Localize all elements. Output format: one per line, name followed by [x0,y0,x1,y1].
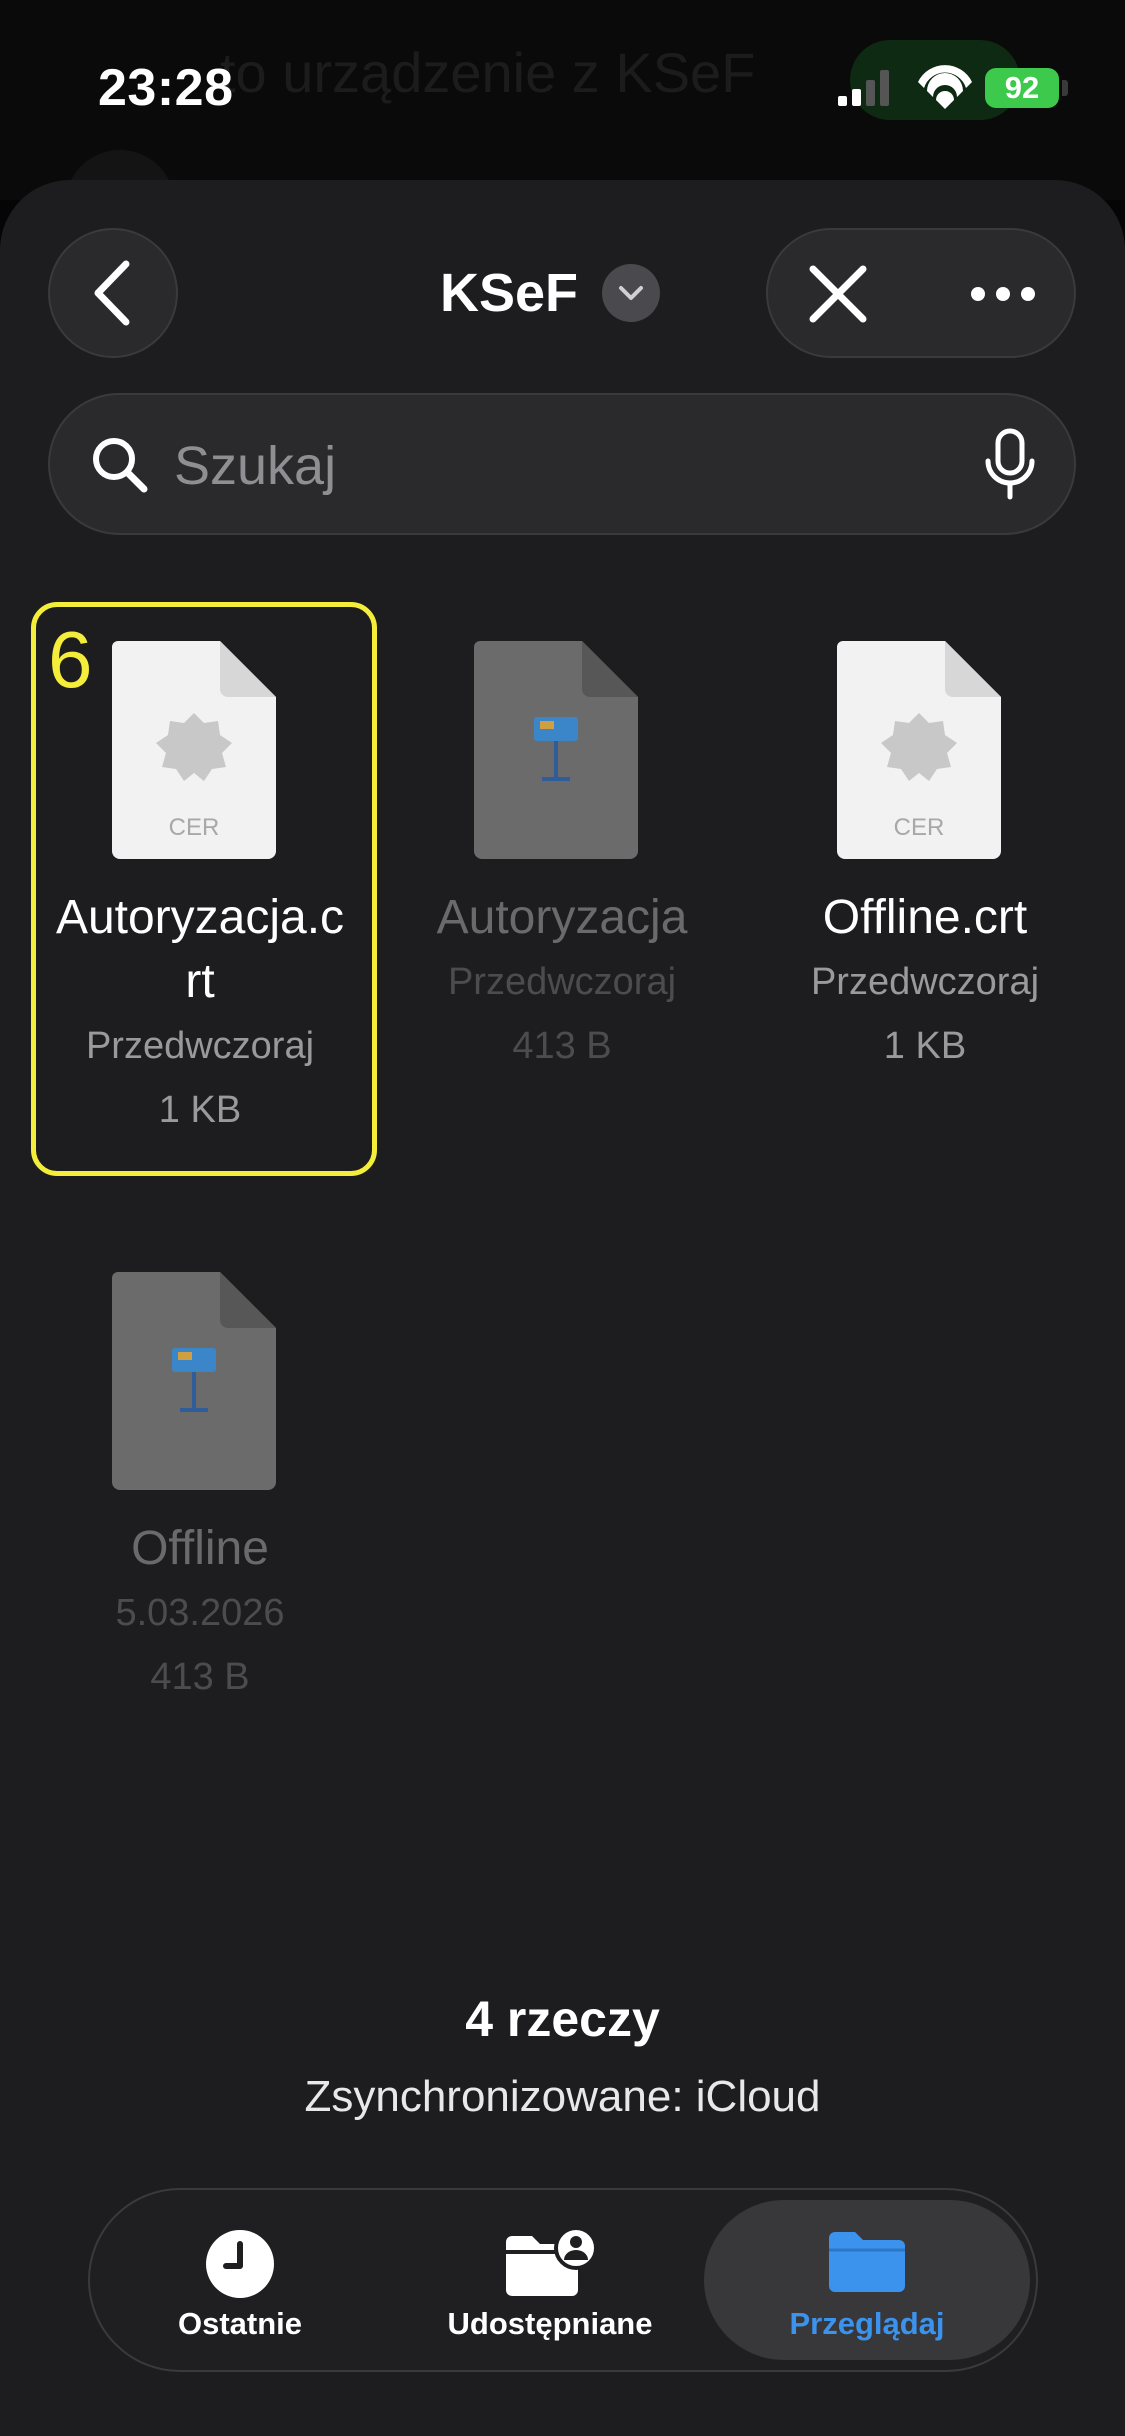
cellular-signal-icon [838,70,889,106]
more-dot [971,287,985,301]
wifi-icon [918,65,972,109]
file-date: Przedwczoraj [810,961,1040,1003]
more-dot [1021,287,1035,301]
tab-udostepniane[interactable]: Udostępniane [425,2190,675,2374]
keynote-icon [474,641,638,859]
microphone-icon[interactable] [980,427,1040,503]
more-button[interactable] [948,254,1058,334]
folder-icon [829,2232,905,2292]
file-type-label: CER [894,814,945,841]
search-icon [93,438,148,493]
search-bar[interactable] [48,393,1076,535]
background-title: to urządzenie z KSeF [220,41,756,104]
status-time: 23:28 [98,59,234,117]
sync-status: Zsynchronizowane: iCloud [304,2072,821,2121]
step-number: 6 [48,615,93,704]
file-name: Offline [131,1522,269,1575]
file-info: Offline.crt Przedwczoraj 1 KB [745,886,1105,1078]
file-item-offline: Offline 5.03.2026 413 B [20,1272,380,1712]
search-input[interactable] [172,431,976,501]
shared-folder-icon [506,2228,598,2296]
tab-bar: Ostatnie Udostępniane Przeglądaj [88,2188,1038,2372]
tab-label: Przeglądaj [789,2306,945,2341]
more-dot [996,287,1010,301]
tab-ostatnie[interactable]: Ostatnie [120,2190,360,2374]
file-date: Przedwczoraj [447,961,677,1003]
file-size: 1 KB [883,1025,967,1067]
folder-title-menu[interactable]: KSeF [440,258,661,328]
chevron-down-icon [602,264,661,322]
file-name: Autoryzacja [436,891,688,944]
file-date: 5.03.2026 [115,1592,285,1634]
chevron-left-icon [94,260,130,326]
file-info: Offline 5.03.2026 413 B [20,1517,380,1709]
file-name: Offline.crt [822,891,1028,944]
back-button[interactable] [48,228,178,358]
header-actions [766,228,1076,358]
battery-nub [1062,80,1068,96]
file-size: 413 B [512,1025,612,1067]
status-icons [838,65,972,109]
close-button[interactable] [798,254,878,334]
keynote-icon [112,1272,276,1490]
item-count: 4 rzeczy [465,1991,660,2047]
tab-label: Udostępniane [447,2306,653,2341]
battery-indicator: 92 [985,68,1059,108]
file-size: 413 B [150,1656,250,1698]
tab-label: Ostatnie [177,2306,303,2341]
tab-przegladaj[interactable]: Przeglądaj [704,2200,1030,2360]
file-item-autoryzacja: Autoryzacja Przedwczoraj 413 B [382,641,742,1081]
folder-title: KSeF [440,263,579,323]
clock-icon [206,2230,274,2298]
certificate-icon: CER [837,641,1001,859]
close-icon [809,265,867,323]
file-info: Autoryzacja Przedwczoraj 413 B [382,886,742,1078]
file-item-offline-crt[interactable]: CER Offline.crt Przedwczoraj 1 KB [745,641,1105,1081]
